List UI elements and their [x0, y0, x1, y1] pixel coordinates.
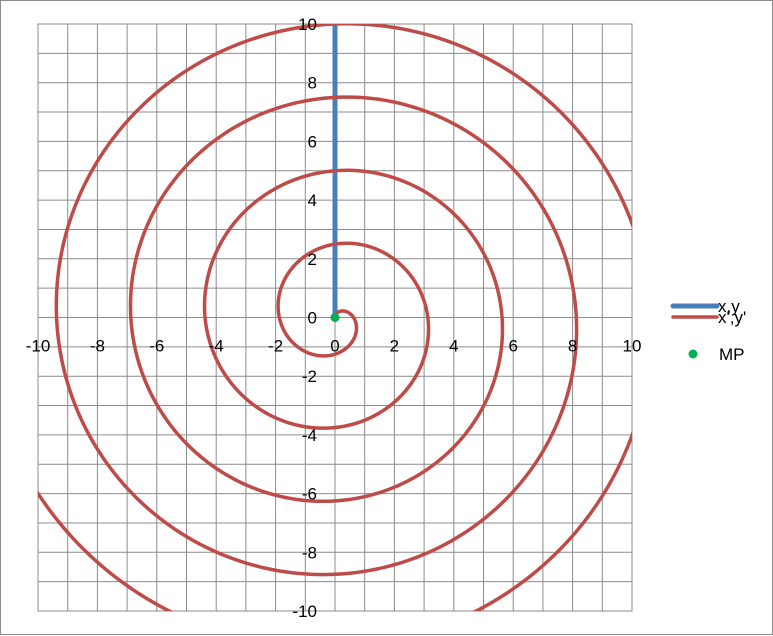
x-tick-label: -10: [26, 337, 51, 356]
series-spiral: [38, 24, 632, 611]
x-tick-label: 4: [449, 337, 458, 356]
y-tick-label: 2: [308, 250, 317, 269]
x-tick-label: -8: [90, 337, 105, 356]
y-tick-label: 0: [308, 309, 317, 328]
x-tick-label: 10: [623, 337, 642, 356]
x-tick-label: 2: [390, 337, 399, 356]
x-tick-label: 0: [330, 337, 339, 356]
x-tick-label: -6: [149, 337, 164, 356]
y-tick-label: -2: [302, 367, 317, 386]
y-tick-label: -6: [302, 485, 317, 504]
x-tick-label: -2: [268, 337, 283, 356]
plot-series: [38, 24, 632, 611]
legend: x,yx',y'MP: [670, 297, 746, 364]
y-tick-label: -8: [302, 543, 317, 562]
mp-point: [330, 313, 340, 322]
marker-layer: [330, 313, 340, 322]
x-tick-label: 8: [568, 337, 577, 356]
spiral-chart: -10 -8 -6 -4 -2 0 2 4 6 8 10-10-8-6-4-20246810 x,y…: [26, 15, 747, 621]
y-tick-label: 4: [308, 191, 317, 210]
x-tick-label: 6: [508, 337, 517, 356]
y-tick-label: -10: [292, 602, 317, 621]
y-tick-label: 10: [298, 15, 317, 34]
legend-label-spiral: x',y': [718, 308, 746, 327]
legend-key-mp: [688, 349, 698, 359]
y-tick-label: -4: [302, 426, 317, 445]
chart-area: -10 -8 -6 -4 -2 0 2 4 6 8 10 -10 -8 -6 -4 -2 0 2 4 6 8 10 x,y…: [0, 0, 773, 635]
y-tick-label: 6: [308, 132, 317, 151]
legend-label-mp: MP: [719, 345, 745, 364]
x-tick-label: -4: [209, 337, 224, 356]
y-tick-label: 8: [308, 74, 317, 93]
